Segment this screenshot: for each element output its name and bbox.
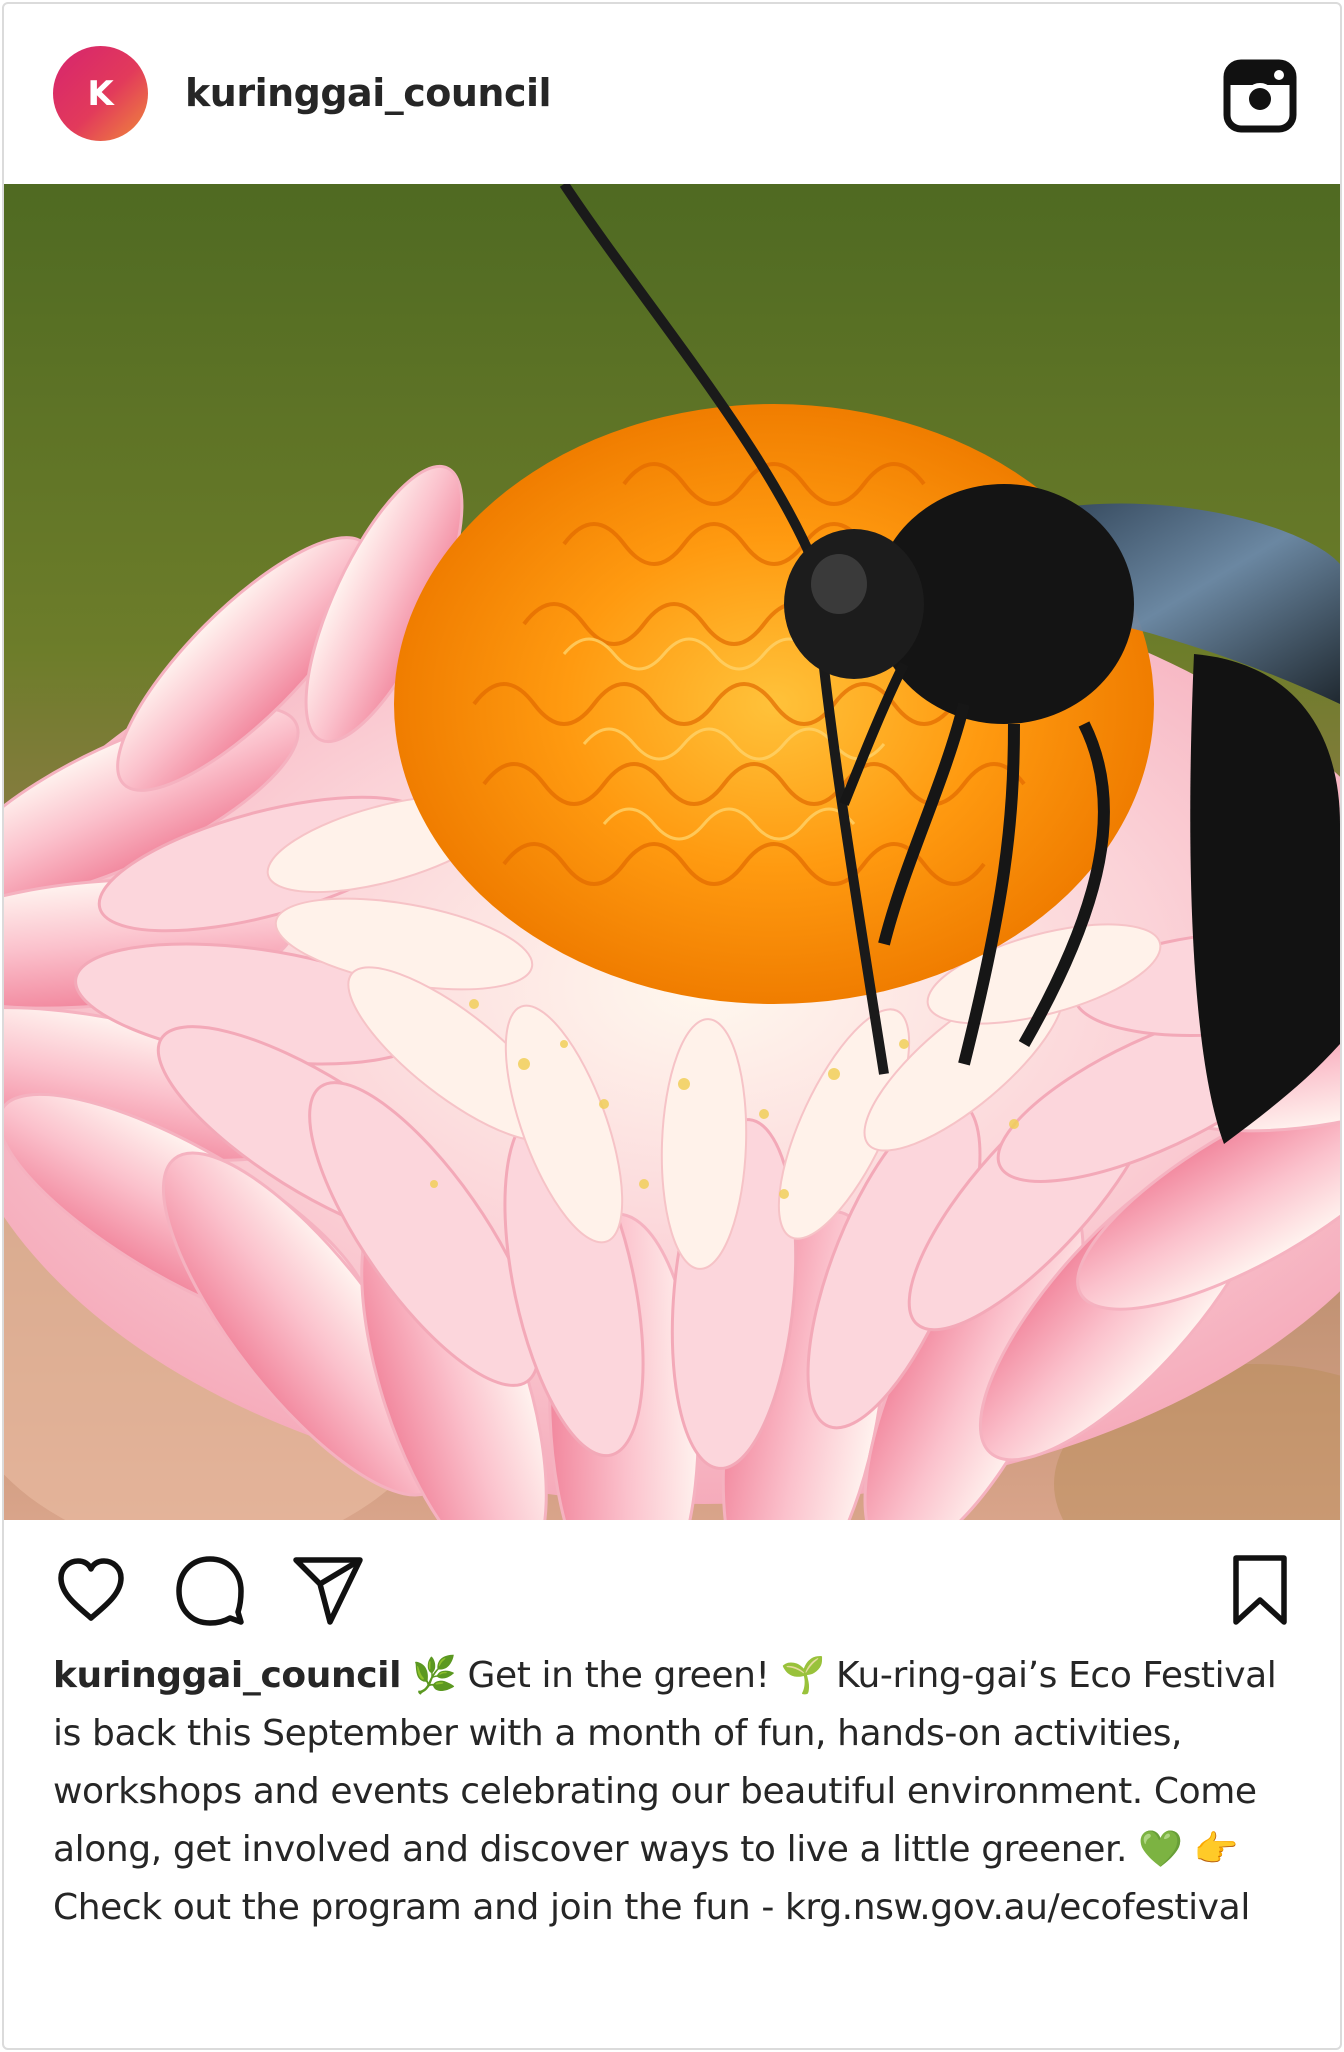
comment-bubble-icon[interactable] [172,1552,248,1628]
flower-bee-image [4,184,1340,1520]
avatar[interactable]: K [53,46,148,141]
header-username[interactable]: kuringgai_council [185,68,552,118]
post-photo[interactable] [4,184,1340,1520]
bookmark-icon[interactable] [1222,1552,1298,1628]
instagram-icon[interactable] [1222,58,1298,134]
post-header: K kuringgai_council [4,4,1340,184]
caption-username[interactable]: kuringgai_council [53,1655,401,1696]
instagram-post: K kuringgai_council kuringgai_council 🌿 … [2,2,1342,2050]
avatar-letter: K [87,73,114,114]
paper-plane-icon[interactable] [290,1552,366,1628]
post-caption: kuringgai_council 🌿 Get in the green! 🌱 … [53,1647,1303,1937]
action-bar [4,1552,1340,1628]
heart-icon[interactable] [53,1552,129,1628]
